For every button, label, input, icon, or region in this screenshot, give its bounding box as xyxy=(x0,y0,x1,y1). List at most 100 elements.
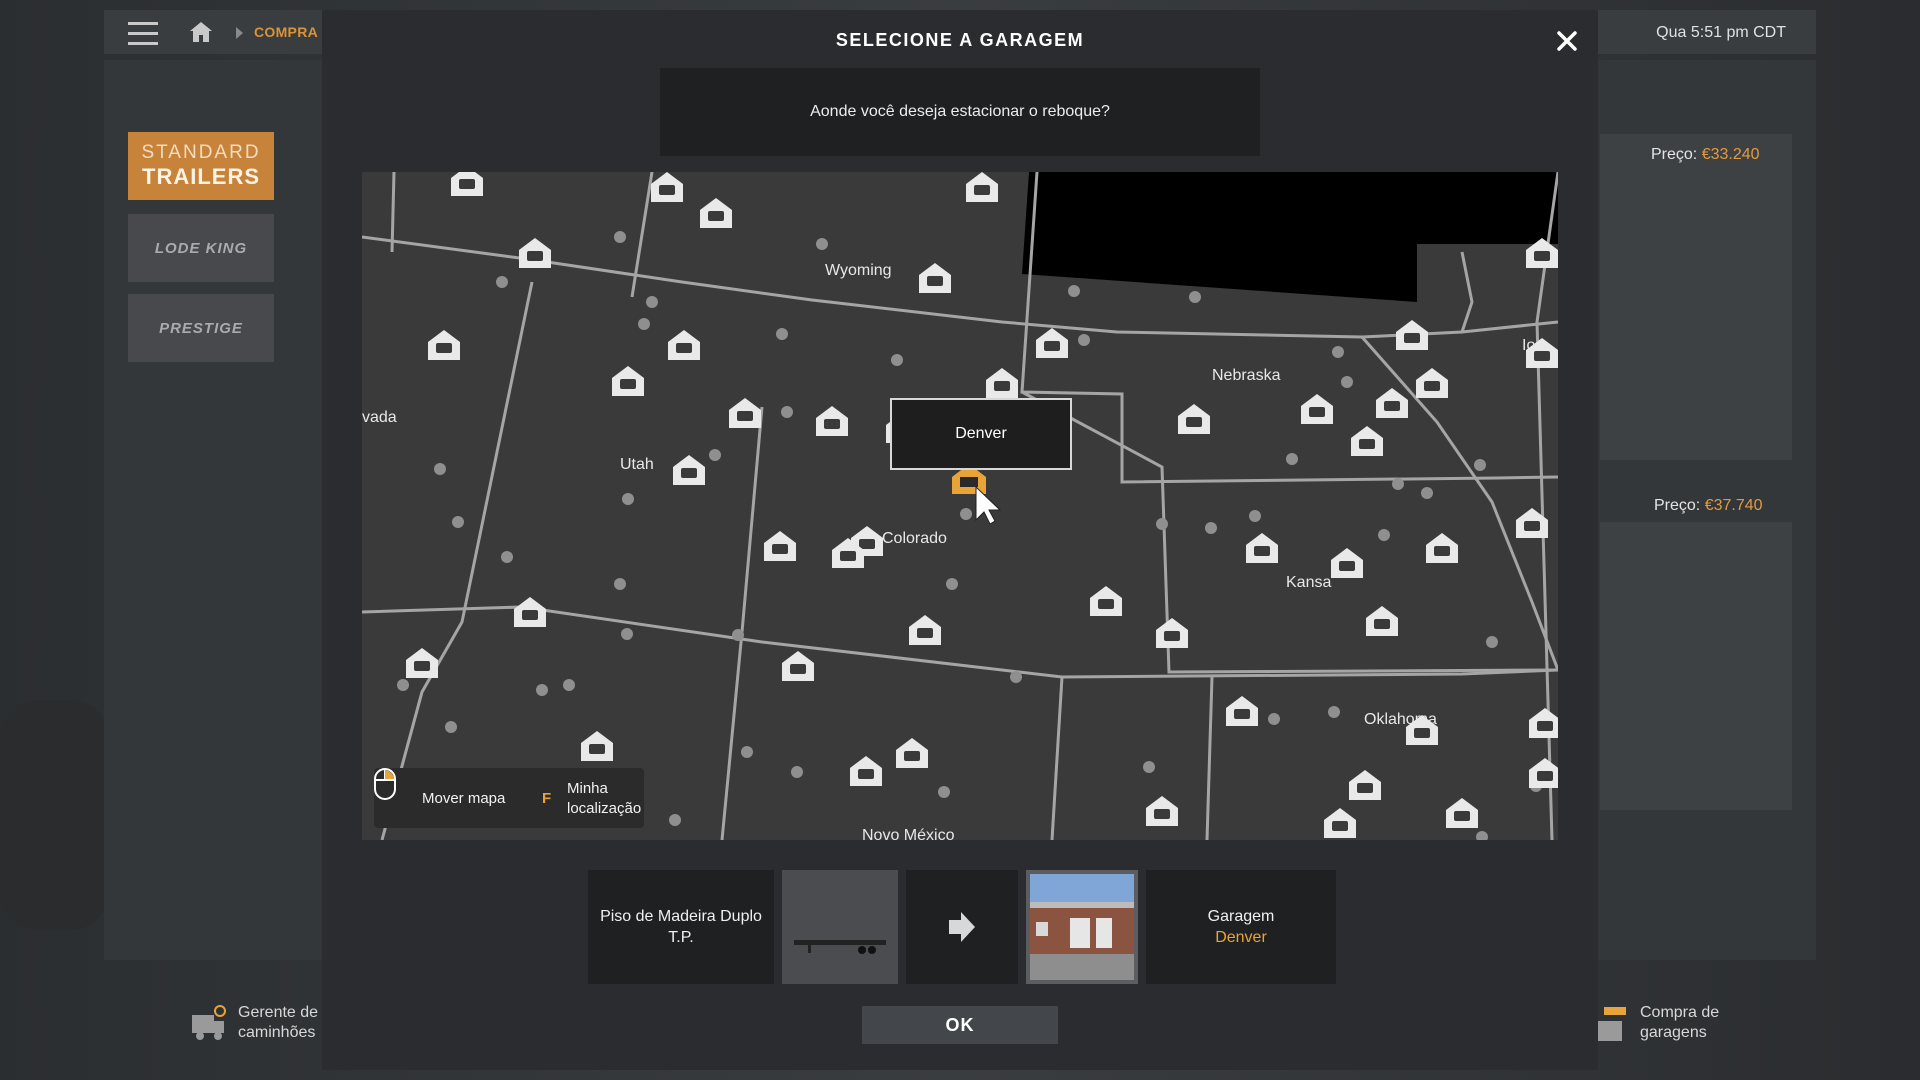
garage-marker[interactable] xyxy=(986,368,1018,398)
truck-manager-icon xyxy=(192,1005,226,1040)
garage-map[interactable]: Wyoming Nebraska vada Utah Colorado Kansa Okla… xyxy=(362,172,1558,840)
breadcrumb-arrow-icon xyxy=(236,27,243,39)
garage-marker[interactable] xyxy=(1331,548,1363,578)
city-dot xyxy=(891,354,903,366)
brand-lode-king[interactable]: LODE KING xyxy=(128,214,274,282)
city-dot xyxy=(1143,761,1155,773)
garage-marker[interactable] xyxy=(1366,606,1398,636)
garage-marker[interactable] xyxy=(700,198,732,228)
mouse-icon xyxy=(374,768,396,800)
garage-marker[interactable] xyxy=(1226,696,1258,726)
nav-truck-manager-line2: caminhões xyxy=(238,1024,316,1041)
garage-marker[interactable] xyxy=(406,648,438,678)
garage-marker[interactable] xyxy=(1090,586,1122,616)
garage-marker[interactable] xyxy=(1351,426,1383,456)
price-2-label: Preço: xyxy=(1654,497,1701,514)
home-icon[interactable] xyxy=(188,19,214,45)
brand-prestige[interactable]: PRESTIGE xyxy=(128,294,274,362)
garage-marker[interactable] xyxy=(896,738,928,768)
garage-marker[interactable] xyxy=(519,238,551,268)
garage-marker[interactable] xyxy=(1376,388,1408,418)
garage-marker[interactable] xyxy=(1529,708,1558,738)
city-dot xyxy=(1332,346,1344,358)
city-dot xyxy=(781,406,793,418)
city-dot xyxy=(1156,518,1168,530)
city-dot xyxy=(1249,510,1261,522)
garage-marker[interactable] xyxy=(1246,533,1278,563)
garage-marker[interactable] xyxy=(1426,533,1458,563)
nav-truck-manager-line1: Gerente de xyxy=(238,1004,319,1021)
garage-marker[interactable] xyxy=(1529,758,1558,788)
garage-marker[interactable] xyxy=(1146,796,1178,826)
city-dot xyxy=(397,679,409,691)
menu-icon[interactable] xyxy=(128,22,158,45)
city-dot xyxy=(709,449,721,461)
garage-marker[interactable] xyxy=(1156,618,1188,648)
city-dots xyxy=(397,231,1542,840)
nav-garage-purchase[interactable]: Compra de garagens xyxy=(1590,1003,1719,1043)
trailer-thumbnail xyxy=(782,870,898,984)
city-dot xyxy=(1474,459,1486,471)
trailer-name-box: Piso de Madeira Duplo T.P. xyxy=(588,870,774,984)
garage-image xyxy=(1030,874,1134,980)
garage-marker[interactable] xyxy=(782,651,814,681)
garage-marker[interactable] xyxy=(451,172,483,196)
city-dot xyxy=(1476,831,1488,840)
garage-marker[interactable] xyxy=(612,366,644,396)
city-dot xyxy=(445,721,457,733)
nav-truck-manager[interactable]: Gerente de caminhões xyxy=(188,1003,318,1043)
garage-marker[interactable] xyxy=(909,615,941,645)
garage-marker[interactable] xyxy=(428,330,460,360)
garage-marker[interactable] xyxy=(1416,368,1448,398)
garage-marker[interactable] xyxy=(581,731,613,761)
city-dot xyxy=(638,318,650,330)
city-dot xyxy=(732,629,744,641)
select-garage-modal: SELECIONE A GARAGEM Aonde você deseja es… xyxy=(322,10,1598,1070)
modal-title: SELECIONE A GARAGEM xyxy=(835,30,1085,50)
garage-marker[interactable] xyxy=(729,398,761,428)
garage-marker[interactable] xyxy=(966,172,998,202)
garage-marker[interactable] xyxy=(1349,770,1381,800)
city-dot xyxy=(563,679,575,691)
brand-lode-king-label: LODE KING xyxy=(154,239,248,257)
hint-move-map: Mover mapa xyxy=(422,790,506,807)
garage-marker[interactable] xyxy=(668,330,700,360)
city-dot xyxy=(946,578,958,590)
brand-standard-line2: TRAILERS xyxy=(142,164,260,189)
city-dot xyxy=(1010,671,1022,683)
city-dot xyxy=(1068,285,1080,297)
price-1: Preço: €33.240 xyxy=(1651,146,1760,164)
ok-button[interactable]: OK xyxy=(862,1006,1058,1044)
map-label: Colorado xyxy=(882,530,947,547)
city-dot xyxy=(791,766,803,778)
garage-marker[interactable] xyxy=(850,756,882,786)
price-1-label: Preço: xyxy=(1651,146,1698,163)
garage-marker[interactable] xyxy=(514,597,546,627)
garage-marker[interactable] xyxy=(673,455,705,485)
city-dot xyxy=(1205,522,1217,534)
transfer-arrow-box xyxy=(906,870,1018,984)
garage-marker[interactable] xyxy=(816,406,848,436)
garage-marker[interactable] xyxy=(1301,394,1333,424)
trailer-card-2[interactable] xyxy=(1600,522,1792,810)
garage-marker[interactable] xyxy=(1396,320,1428,350)
garage-marker[interactable] xyxy=(1446,798,1478,828)
city-dot xyxy=(434,463,446,475)
trailer-card-1[interactable] xyxy=(1600,134,1792,460)
map-label: vada xyxy=(362,409,397,426)
garage-marker[interactable] xyxy=(1178,404,1210,434)
map-canvas[interactable]: Wyoming Nebraska vada Utah Colorado Kansa Okla… xyxy=(362,172,1558,840)
arrow-right-icon xyxy=(949,912,975,942)
brand-standard-trailers[interactable]: STANDARD TRAILERS xyxy=(128,132,274,200)
price-2-value: €37.740 xyxy=(1704,497,1763,514)
garage-marker[interactable] xyxy=(919,263,951,293)
garage-label: Garagem xyxy=(1207,908,1275,925)
city-dot xyxy=(1328,706,1340,718)
garage-marker[interactable] xyxy=(651,172,683,202)
garage-marker[interactable] xyxy=(1036,328,1068,358)
garage-marker[interactable] xyxy=(1324,808,1356,838)
city-dot xyxy=(816,238,828,250)
garage-marker[interactable] xyxy=(764,531,796,561)
close-icon[interactable] xyxy=(1552,26,1582,56)
city-dot xyxy=(496,276,508,288)
